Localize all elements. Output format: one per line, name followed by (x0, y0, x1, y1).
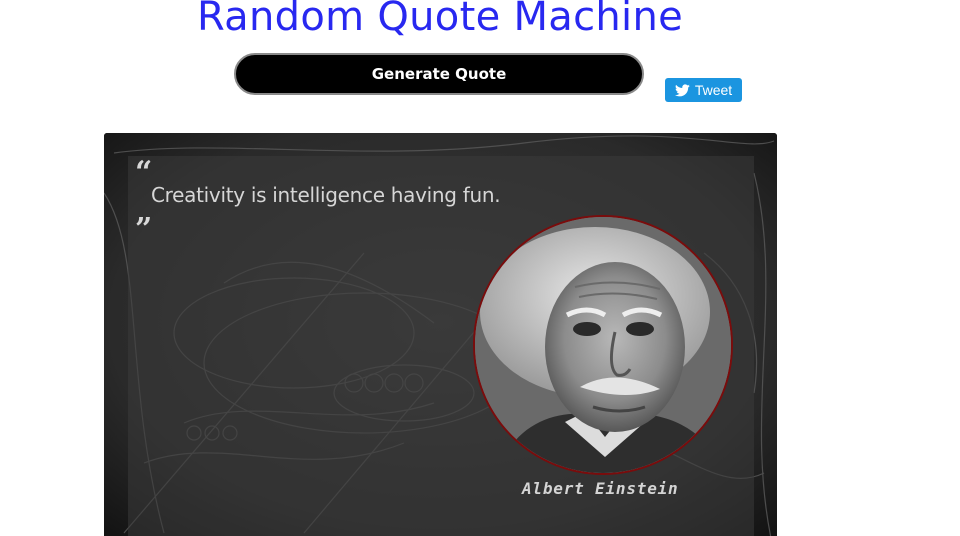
quote-author: Albert Einstein (522, 479, 679, 498)
close-quote-icon: ” (135, 212, 153, 247)
twitter-bird-icon (674, 83, 690, 97)
tweet-label: Tweet (694, 82, 733, 98)
quote-text: Creativity is intelligence having fun. (151, 183, 501, 207)
page-title: Random Quote Machine (196, 0, 684, 40)
author-portrait (473, 215, 733, 475)
app-root: Random Quote Machine Generate Quote Twee… (0, 0, 960, 536)
generate-quote-button[interactable]: Generate Quote (234, 53, 644, 95)
tweet-button[interactable]: Tweet (665, 78, 742, 102)
quote-box: “ Creativity is intelligence having fun.… (104, 133, 777, 536)
open-quote-icon: “ (135, 155, 153, 190)
